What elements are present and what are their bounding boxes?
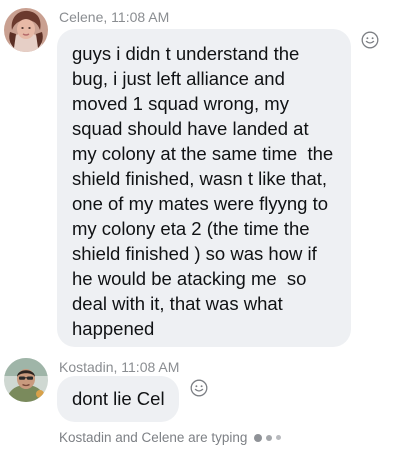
message-line: shield finished, wasn t like that,	[72, 168, 328, 189]
message-header: Kostadin, 11:08 AM	[59, 359, 179, 375]
timestamp: 11:08 AM	[121, 359, 180, 375]
message-line: bug, i just left alliance and	[72, 68, 285, 89]
message-bubble[interactable]: dont lie Cel	[57, 376, 179, 422]
message-line: squad should have landed at	[72, 118, 309, 139]
meta-separator: ,	[103, 9, 112, 25]
kostadin-avatar[interactable]	[4, 358, 48, 402]
avatar-photo	[4, 358, 48, 402]
message-line: my colony at the same time the	[72, 143, 334, 164]
message-line: deal with it, that was what	[72, 293, 283, 314]
message-line: one of my mates were flyyng to	[72, 193, 329, 214]
smiley-face-icon[interactable]	[190, 379, 208, 397]
timestamp: 11:08 AM	[111, 9, 170, 25]
message-line: shield finished ) so was how if	[72, 243, 317, 264]
message-bubble[interactable]: guys i didn t understand the bug, i just…	[57, 29, 351, 347]
message-line: moved 1 squad wrong, my	[72, 93, 289, 114]
message-line: guys i didn t understand the	[72, 43, 300, 64]
sender-name[interactable]: Celene	[59, 9, 103, 25]
message-line: he would be atacking me so	[72, 268, 307, 289]
message-line: my colony eta 2 (the time the	[72, 218, 310, 239]
typing-indicator: Kostadin and Celene are typing	[59, 430, 282, 445]
smiley-face-icon[interactable]	[361, 31, 379, 49]
message-header: Celene, 11:08 AM	[59, 9, 169, 25]
message-line: happened	[72, 318, 155, 339]
sender-name[interactable]: Kostadin	[59, 359, 113, 375]
typing-dots-icon	[254, 433, 282, 442]
avatar-photo	[4, 8, 48, 52]
message-line: dont lie Cel	[72, 388, 165, 409]
typing-text: Kostadin and Celene are typing	[59, 430, 248, 445]
celene-avatar[interactable]	[4, 8, 48, 52]
